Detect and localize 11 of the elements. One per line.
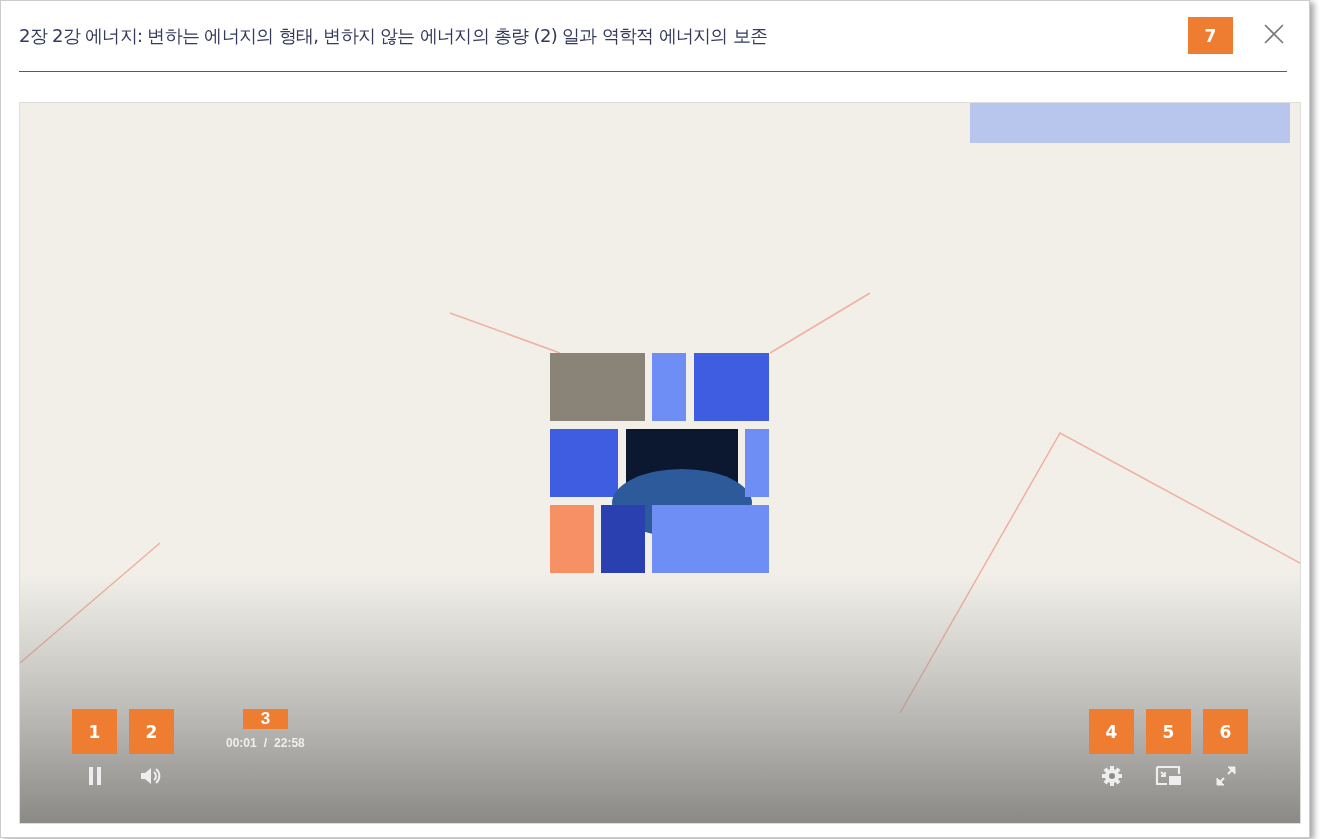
current-time: 00:01 — [226, 736, 257, 750]
number-badge: 2 — [129, 709, 174, 754]
number-badge: 4 — [1089, 709, 1134, 754]
time-separator: / — [263, 736, 268, 750]
number-badge: 1 — [72, 709, 117, 754]
video-title: 2장 2강 에너지: 변하는 에너지의 형태, 변하지 않는 에너지의 총량 (2) 일과 역학적 에너지의 보존 — [19, 24, 768, 48]
number-badge: 6 — [1203, 709, 1248, 754]
number-badge: 5 — [1146, 709, 1191, 754]
number-badge: 3 — [242, 709, 288, 729]
number-badge: 7 — [1188, 17, 1233, 54]
duration: 22:58 — [274, 736, 305, 750]
